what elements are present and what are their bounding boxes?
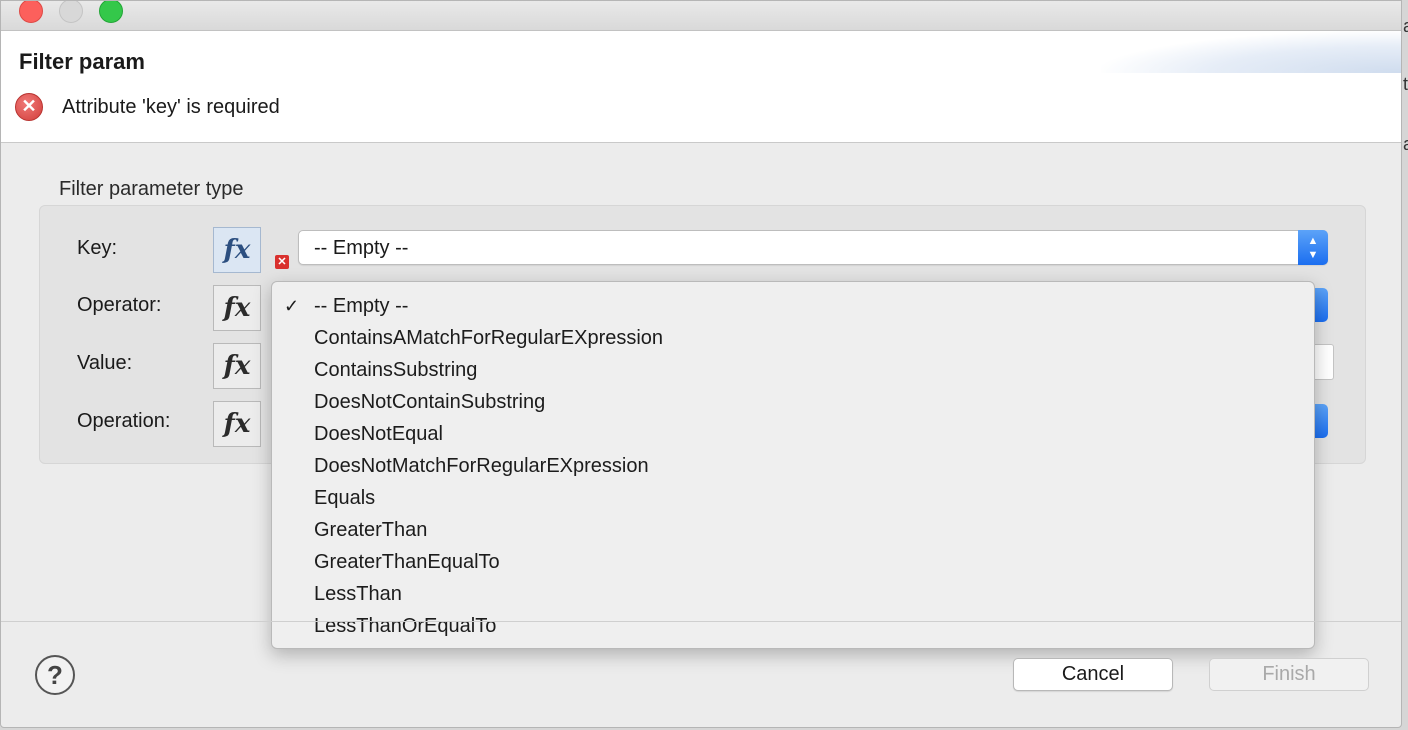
operator-label: Operator: <box>77 294 162 316</box>
background-window-text: a <box>1403 134 1408 155</box>
group-label: Filter parameter type <box>59 178 244 200</box>
operation-label: Operation: <box>77 410 171 432</box>
background-window-text: a <box>1403 16 1408 37</box>
key-error-icon: ✕ <box>275 255 289 269</box>
operator-fx-button[interactable]: fx <box>213 285 261 331</box>
cancel-button[interactable]: Cancel <box>1013 658 1173 691</box>
filter-param-dialog: Filter param ✕ Attribute 'key' is requir… <box>0 0 1402 728</box>
option-label: LessThan <box>314 583 402 605</box>
footer-divider <box>1 621 1401 622</box>
value-label: Value: <box>77 352 133 374</box>
background-window-text: t <box>1403 74 1408 94</box>
zoom-window-button[interactable] <box>99 1 123 23</box>
dropdown-option[interactable]: ContainsAMatchForRegularEXpression <box>272 322 1314 354</box>
dropdown-option[interactable]: GreaterThanEqualTo <box>272 546 1314 578</box>
option-label: DoesNotMatchForRegularEXpression <box>314 455 649 477</box>
option-label: ContainsSubstring <box>314 359 478 381</box>
option-label: ContainsAMatchForRegularEXpression <box>314 327 664 349</box>
operator-dropdown-list[interactable]: ✓ -- Empty -- ContainsAMatchForRegularEXp… <box>271 281 1315 649</box>
error-message: Attribute 'key' is required <box>62 96 280 118</box>
dropdown-option[interactable]: DoesNotMatchForRegularEXpression <box>272 450 1314 482</box>
dropdown-option[interactable]: GreaterThan <box>272 514 1314 546</box>
close-window-button[interactable] <box>19 1 43 23</box>
option-label: LessThanOrEqualTo <box>314 615 497 637</box>
option-label: Equals <box>314 487 376 509</box>
minimize-window-button[interactable] <box>59 1 83 23</box>
error-icon: ✕ <box>15 93 43 121</box>
value-fx-button[interactable]: fx <box>213 343 261 389</box>
option-label: DoesNotEqual <box>314 423 443 445</box>
help-icon[interactable]: ? <box>35 655 75 695</box>
value-text-field-edge[interactable] <box>1314 344 1334 380</box>
dialog-title: Filter param <box>19 49 145 74</box>
key-combo-value: -- Empty -- <box>314 237 409 259</box>
finish-button[interactable]: Finish <box>1209 658 1369 691</box>
key-label: Key: <box>77 237 118 259</box>
option-label: GreaterThanEqualTo <box>314 551 500 573</box>
dropdown-option[interactable]: LessThan <box>272 578 1314 610</box>
dropdown-option[interactable]: ✓ -- Empty -- <box>272 290 1314 322</box>
dropdown-option[interactable]: LessThanOrEqualTo <box>272 610 1314 642</box>
operation-fx-button[interactable]: fx <box>213 401 261 447</box>
dialog-header: Filter param ✕ Attribute 'key' is requir… <box>1 31 1401 143</box>
dropdown-option[interactable]: ContainsSubstring <box>272 354 1314 386</box>
up-down-chevron-icon[interactable]: ▲ ▼ <box>1298 230 1328 265</box>
option-label: DoesNotContainSubstring <box>314 391 546 413</box>
header-banner-graphic <box>1101 31 1401 73</box>
dropdown-option[interactable]: Equals <box>272 482 1314 514</box>
dropdown-option[interactable]: DoesNotContainSubstring <box>272 386 1314 418</box>
title-bar <box>1 1 1401 31</box>
dropdown-option[interactable]: DoesNotEqual <box>272 418 1314 450</box>
option-label: -- Empty -- <box>314 295 409 317</box>
checkmark-icon: ✓ <box>284 296 300 316</box>
key-combo[interactable]: -- Empty -- ▲ ▼ <box>298 230 1328 265</box>
key-fx-button[interactable]: fx <box>213 227 261 273</box>
option-label: GreaterThan <box>314 519 428 541</box>
